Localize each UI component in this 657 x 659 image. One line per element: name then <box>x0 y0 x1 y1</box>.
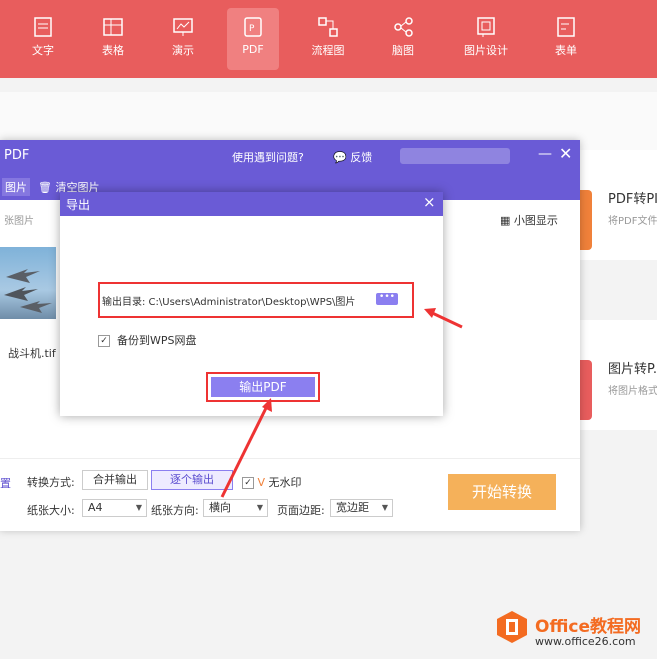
arrow-to-export-button <box>220 403 270 498</box>
annotation-arrows <box>220 308 463 498</box>
office-logo-icon <box>497 611 527 643</box>
logo-url: www.office26.com <box>535 635 636 648</box>
logo-brand: Office教程网 <box>535 617 642 637</box>
